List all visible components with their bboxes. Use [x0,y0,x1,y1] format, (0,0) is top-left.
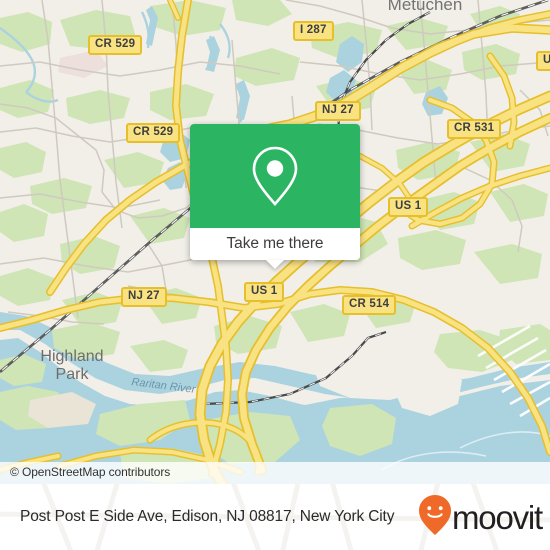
popup-image-area [190,124,360,228]
location-popup[interactable]: Take me there [190,124,360,269]
road-shield-label: US 1 [543,54,550,66]
road-shield-label: CR 514 [349,298,390,310]
road-shield-label: CR 529 [133,126,174,138]
road-shield: CR 529 [88,35,143,55]
moovit-pin-icon [419,494,451,540]
road-shield: NJ 27 [315,101,361,121]
road-shield-label: NJ 27 [322,104,354,116]
road-shield: CR 529 [126,123,181,143]
map-pin-icon [248,144,302,208]
moovit-map-screenshot: Metuchen Highland Park Raritan River CR … [0,0,550,550]
road-shield: NJ 27 [121,287,167,307]
road-shield: US 1 [244,282,285,302]
road-shield-label: NJ 27 [128,290,160,302]
popup-pointer [266,260,284,269]
road-shield: US 1 [388,197,429,217]
moovit-wordmark: moovit [452,498,543,536]
address-text: Post Post E Side Ave, Edison, NJ 08817, … [20,508,395,525]
road-shield: I 287 [293,21,334,41]
footer-bar: Post Post E Side Ave, Edison, NJ 08817, … [0,484,550,550]
road-shield-label: US 1 [251,285,278,297]
take-me-there-label: Take me there [226,235,324,252]
road-shield-label: CR 531 [454,122,495,134]
road-shield-label: I 287 [300,24,327,36]
map-attribution[interactable]: © OpenStreetMap contributors [0,462,550,484]
road-shield-label: CR 529 [95,38,136,50]
popup-action-area[interactable]: Take me there [190,228,360,260]
road-shield: CR 531 [447,119,502,139]
moovit-logo[interactable]: moovit [419,494,543,536]
road-shield-label: US 1 [395,200,422,212]
road-shield: US 1 [536,51,550,71]
road-shield: CR 514 [342,295,397,315]
map-canvas[interactable]: Metuchen Highland Park Raritan River CR … [0,0,550,484]
